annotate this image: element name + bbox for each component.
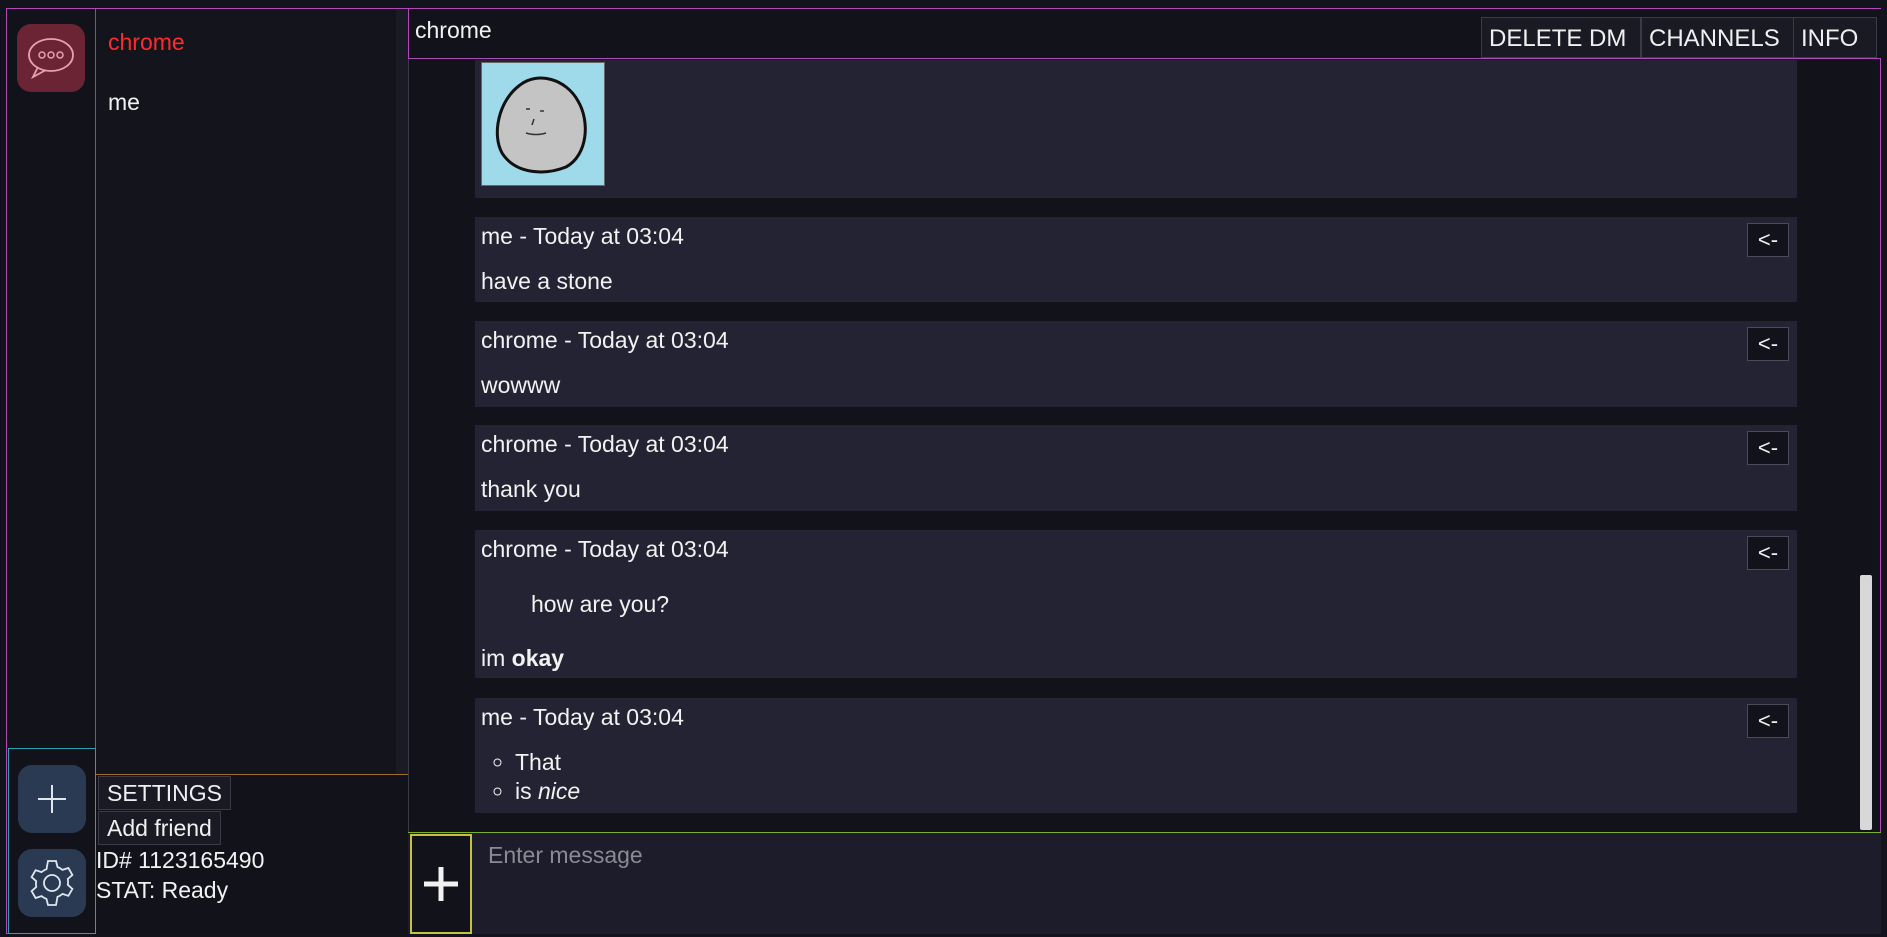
add-server-button[interactable] bbox=[18, 765, 86, 833]
message-body: wowww bbox=[481, 372, 561, 398]
reply-button[interactable]: <- bbox=[1747, 327, 1789, 361]
user-id-text: ID# 1123165490 bbox=[96, 847, 265, 873]
list-item: is nice bbox=[515, 777, 580, 806]
stone-drawing-icon bbox=[495, 76, 587, 174]
chat-bubble-icon bbox=[28, 38, 74, 80]
message-author-line: chrome - Today at 03:04 bbox=[481, 327, 729, 353]
dm-item-me[interactable]: me bbox=[108, 89, 140, 116]
add-friend-button[interactable]: Add friend bbox=[98, 811, 221, 845]
plus-icon bbox=[38, 785, 66, 813]
channel-header: chrome DELETE DM CHANNELS INFO bbox=[408, 9, 1881, 59]
message-author-line: me - Today at 03:04 bbox=[481, 223, 684, 249]
message-quote: how are you? bbox=[531, 591, 670, 617]
message-author-line: chrome - Today at 03:04 bbox=[481, 431, 729, 457]
delete-dm-button[interactable]: DELETE DM bbox=[1481, 17, 1641, 58]
message: me - Today at 03:04 <- That is nice bbox=[475, 698, 1797, 813]
message-author-line: chrome - Today at 03:04 bbox=[481, 536, 729, 562]
message: chrome - Today at 03:04 <- thank you bbox=[475, 425, 1797, 511]
direct-messages-button[interactable] bbox=[17, 24, 85, 92]
rail-actions bbox=[8, 748, 96, 934]
list-item-italic: nice bbox=[538, 778, 581, 804]
reply-button[interactable]: <- bbox=[1747, 536, 1789, 570]
info-button[interactable]: INFO bbox=[1793, 17, 1877, 58]
message-body-plain: im bbox=[481, 645, 512, 671]
message-composer bbox=[408, 832, 1881, 934]
server-rail bbox=[8, 9, 96, 749]
channels-button[interactable]: CHANNELS bbox=[1641, 17, 1801, 58]
reply-button[interactable]: <- bbox=[1747, 704, 1789, 738]
message-body: im okay bbox=[481, 645, 564, 672]
reply-button[interactable]: <- bbox=[1747, 223, 1789, 257]
dm-item-chrome[interactable]: chrome bbox=[108, 29, 185, 56]
gear-icon bbox=[30, 860, 74, 906]
settings-gear-button[interactable] bbox=[18, 849, 86, 917]
reply-button[interactable]: <- bbox=[1747, 431, 1789, 465]
stone-image[interactable] bbox=[481, 62, 605, 186]
dm-list: chrome me bbox=[96, 9, 396, 774]
settings-button[interactable]: SETTINGS bbox=[98, 776, 232, 810]
list-item-plain: is bbox=[515, 778, 538, 804]
message-author-line: me - Today at 03:04 bbox=[481, 704, 684, 730]
channel-title: chrome bbox=[415, 17, 492, 43]
message-bullet-list: That is nice bbox=[481, 748, 580, 806]
message-body: have a stone bbox=[481, 268, 613, 294]
user-panel: SETTINGS Add friend ID# 1123165490 STAT:… bbox=[96, 774, 408, 934]
user-status-text: STAT: Ready bbox=[96, 877, 229, 903]
list-item: That bbox=[515, 748, 580, 777]
message: chrome - Today at 03:04 <- how are you? … bbox=[475, 530, 1797, 678]
message-body: thank you bbox=[481, 476, 581, 502]
message-scrollbar-thumb[interactable] bbox=[1860, 575, 1872, 830]
message: chrome - Today at 03:04 <- wowww bbox=[475, 321, 1797, 407]
plus-icon bbox=[424, 867, 458, 901]
attach-button[interactable] bbox=[410, 834, 472, 934]
message-body-bold: okay bbox=[511, 645, 565, 671]
message-image bbox=[475, 60, 1797, 198]
message-input[interactable] bbox=[474, 834, 1874, 933]
message: me - Today at 03:04 <- have a stone bbox=[475, 217, 1797, 302]
dm-list-scrollbar-track[interactable] bbox=[396, 9, 408, 774]
